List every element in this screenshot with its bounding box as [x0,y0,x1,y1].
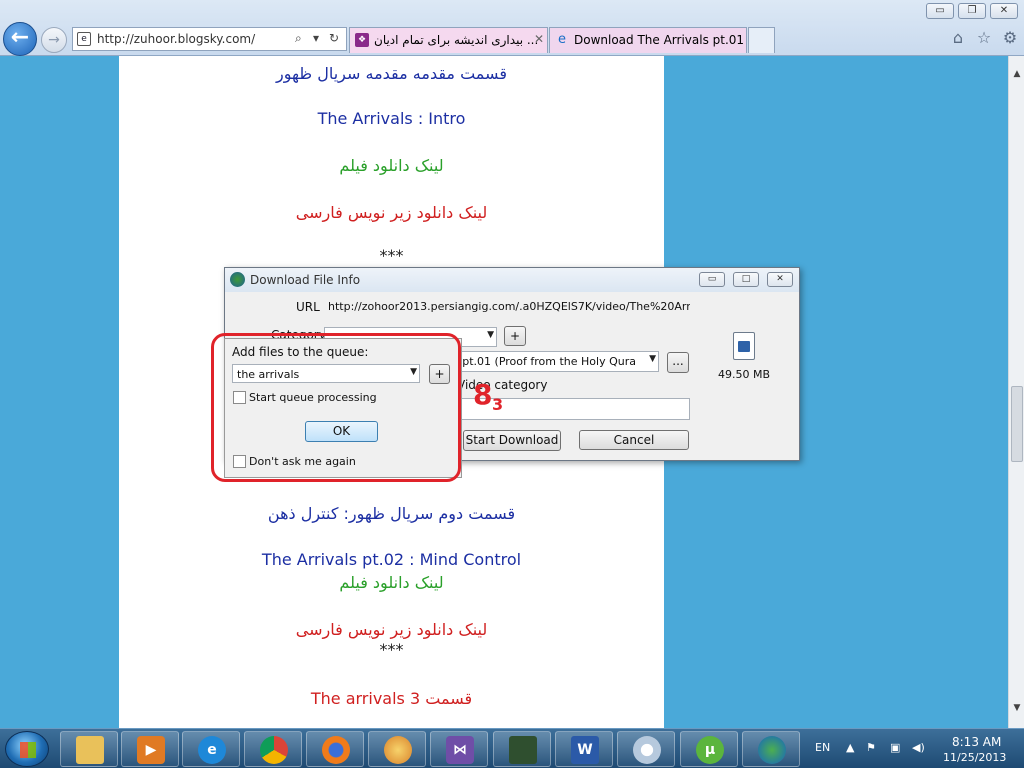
cancel-button[interactable]: Cancel [579,430,689,450]
part2-movie-download-link[interactable]: لینک دانلود فیلم [119,573,664,592]
file-size: 49.50 MB [718,368,771,381]
new-tab-button[interactable] [748,27,775,53]
chevron-down-icon: ▼ [649,354,656,364]
word-taskbar-button[interactable]: W [555,731,613,767]
firefox-icon [322,736,350,764]
scroll-down-icon[interactable]: ▼ [1011,702,1023,714]
intro-heading-fa: قسمت مقدمه مقدمه سریال ظهور [276,64,507,83]
idm-taskbar-button[interactable] [742,731,800,767]
chevron-down-icon: ▼ [487,330,494,340]
folder-icon [76,736,104,764]
action-center-flag-icon[interactable]: ⚑ [866,741,876,754]
highlight-ring [211,333,461,482]
dialog-minimize-button[interactable]: ▭ [699,272,725,287]
movie-download-link[interactable]: لینک دانلود فیلم [119,156,664,175]
language-indicator[interactable]: EN [815,741,830,754]
url-field[interactable]: http://zohoor2013.persiangig.com/.a0HZQE… [324,297,690,317]
back-button[interactable]: ← [3,22,37,56]
paint-icon [633,736,661,764]
url-label: URL [296,300,320,314]
utorrent-taskbar-button[interactable]: µ [680,731,738,767]
browse-button[interactable]: ... [667,352,689,373]
address-url[interactable]: http://zuhoor.blogsky.com/ [97,32,255,46]
ie-favicon-icon: e [558,32,566,47]
network-icon[interactable]: ▣ [890,741,900,754]
address-dropdown-icon[interactable]: ▾ [313,31,319,45]
show-hidden-icons-icon[interactable]: ▲ [846,741,854,754]
word-icon: W [571,736,599,764]
media-player-icon: ▶ [137,736,165,764]
scroll-up-icon[interactable]: ▲ [1011,68,1023,80]
add-category-button[interactable]: + [504,326,526,346]
start-download-button[interactable]: Start Download [463,430,561,451]
forward-button[interactable]: → [41,27,67,53]
subtitle-download-link[interactable]: لینک دانلود زیر نویس فارسی [119,203,664,222]
minimize-window-button[interactable]: ▭ [926,3,954,19]
annotation-number: 8 [473,378,493,411]
browser-chrome: ▭ ❐ ✕ ← → e http://zuhoor.blogsky.com/ ⌕… [0,0,1024,56]
chrome-icon [260,736,288,764]
browser-taskbar-button[interactable] [368,731,426,767]
search-icon[interactable]: ⌕ [295,31,302,46]
tab-title: بیداری اندیشه برای تمام ادیان ... [374,33,539,47]
dialog-maximize-button[interactable]: □ [733,272,759,287]
explorer-taskbar-button[interactable] [60,731,118,767]
browser-icon [384,736,412,764]
vertical-scrollbar[interactable]: ▲ ▼ [1008,56,1024,728]
dialog-titlebar[interactable]: Download File Info ▭ □ ✕ [225,268,799,292]
site-favicon-icon: e [77,32,91,46]
utorrent-icon: µ [696,736,724,764]
visual-studio-icon: ⋈ [446,736,474,764]
scrollbar-thumb[interactable] [1011,386,1023,462]
start-button[interactable] [5,731,49,767]
restore-window-button[interactable]: ❐ [958,3,986,19]
volume-icon[interactable]: ◀) [912,741,925,754]
idm-icon [758,736,786,764]
address-bar[interactable]: e http://zuhoor.blogsky.com/ ⌕ ▾ ↻ [72,27,347,51]
tab-download[interactable]: e Download The Arrivals pt.01 (... [549,27,747,53]
annotation-subscript: 3 [492,395,504,414]
back-arrow-icon: ← [10,25,30,50]
tab-title: Download The Arrivals pt.01 (... [574,33,747,47]
monitor-icon [509,736,537,764]
internet-explorer-taskbar-button[interactable]: e [182,731,240,767]
part2-heading-en: The Arrivals pt.02 : Mind Control [261,550,522,569]
media-player-taskbar-button[interactable]: ▶ [121,731,179,767]
gear-icon[interactable]: ⚙ [1000,28,1020,48]
favorites-star-icon[interactable]: ☆ [974,28,994,48]
internet-explorer-icon: e [198,736,226,764]
separator-stars: *** [379,246,404,265]
separator-stars: *** [379,640,404,659]
visual-studio-taskbar-button[interactable]: ⋈ [430,731,488,767]
file-type-icon [733,332,755,360]
paint-taskbar-button[interactable] [617,731,675,767]
home-icon[interactable]: ⌂ [948,28,968,48]
dialog-close-button[interactable]: ✕ [767,272,793,287]
tab-favicon-icon: ❖ [355,33,369,47]
intro-heading-en: The Arrivals : Intro [317,109,466,128]
save-as-value: ivals pt.01 (Proof from the Holy Qura [433,355,636,368]
taskbar: ▶ e ⋈ W µ EN ▲ ⚑ ▣ ◀) 8:13 AM 11/25/2013 [0,728,1024,768]
tab-blog[interactable]: ❖ بیداری اندیشه برای تمام ادیان ... ✕ [349,27,548,53]
clock-time[interactable]: 8:13 AM [952,735,1001,749]
clock-date[interactable]: 11/25/2013 [943,751,1006,764]
close-tab-icon[interactable]: ✕ [534,32,544,46]
part3-heading: The arrivals 3 قسمت [310,689,473,708]
chrome-taskbar-button[interactable] [244,731,302,767]
part2-subtitle-download-link[interactable]: لینک دانلود زیر نویس فارسی [119,620,664,639]
forward-arrow-icon: → [48,32,60,48]
dialog-title: Download File Info [250,273,361,287]
monitor-taskbar-button[interactable] [493,731,551,767]
close-window-button[interactable]: ✕ [990,3,1018,19]
refresh-icon[interactable]: ↻ [329,31,339,45]
firefox-taskbar-button[interactable] [306,731,364,767]
remember-category-label: Video category [457,378,548,392]
part2-heading-fa: قسمت دوم سریال ظهور: کنترل ذهن [267,504,516,523]
idm-logo-icon [230,272,245,287]
